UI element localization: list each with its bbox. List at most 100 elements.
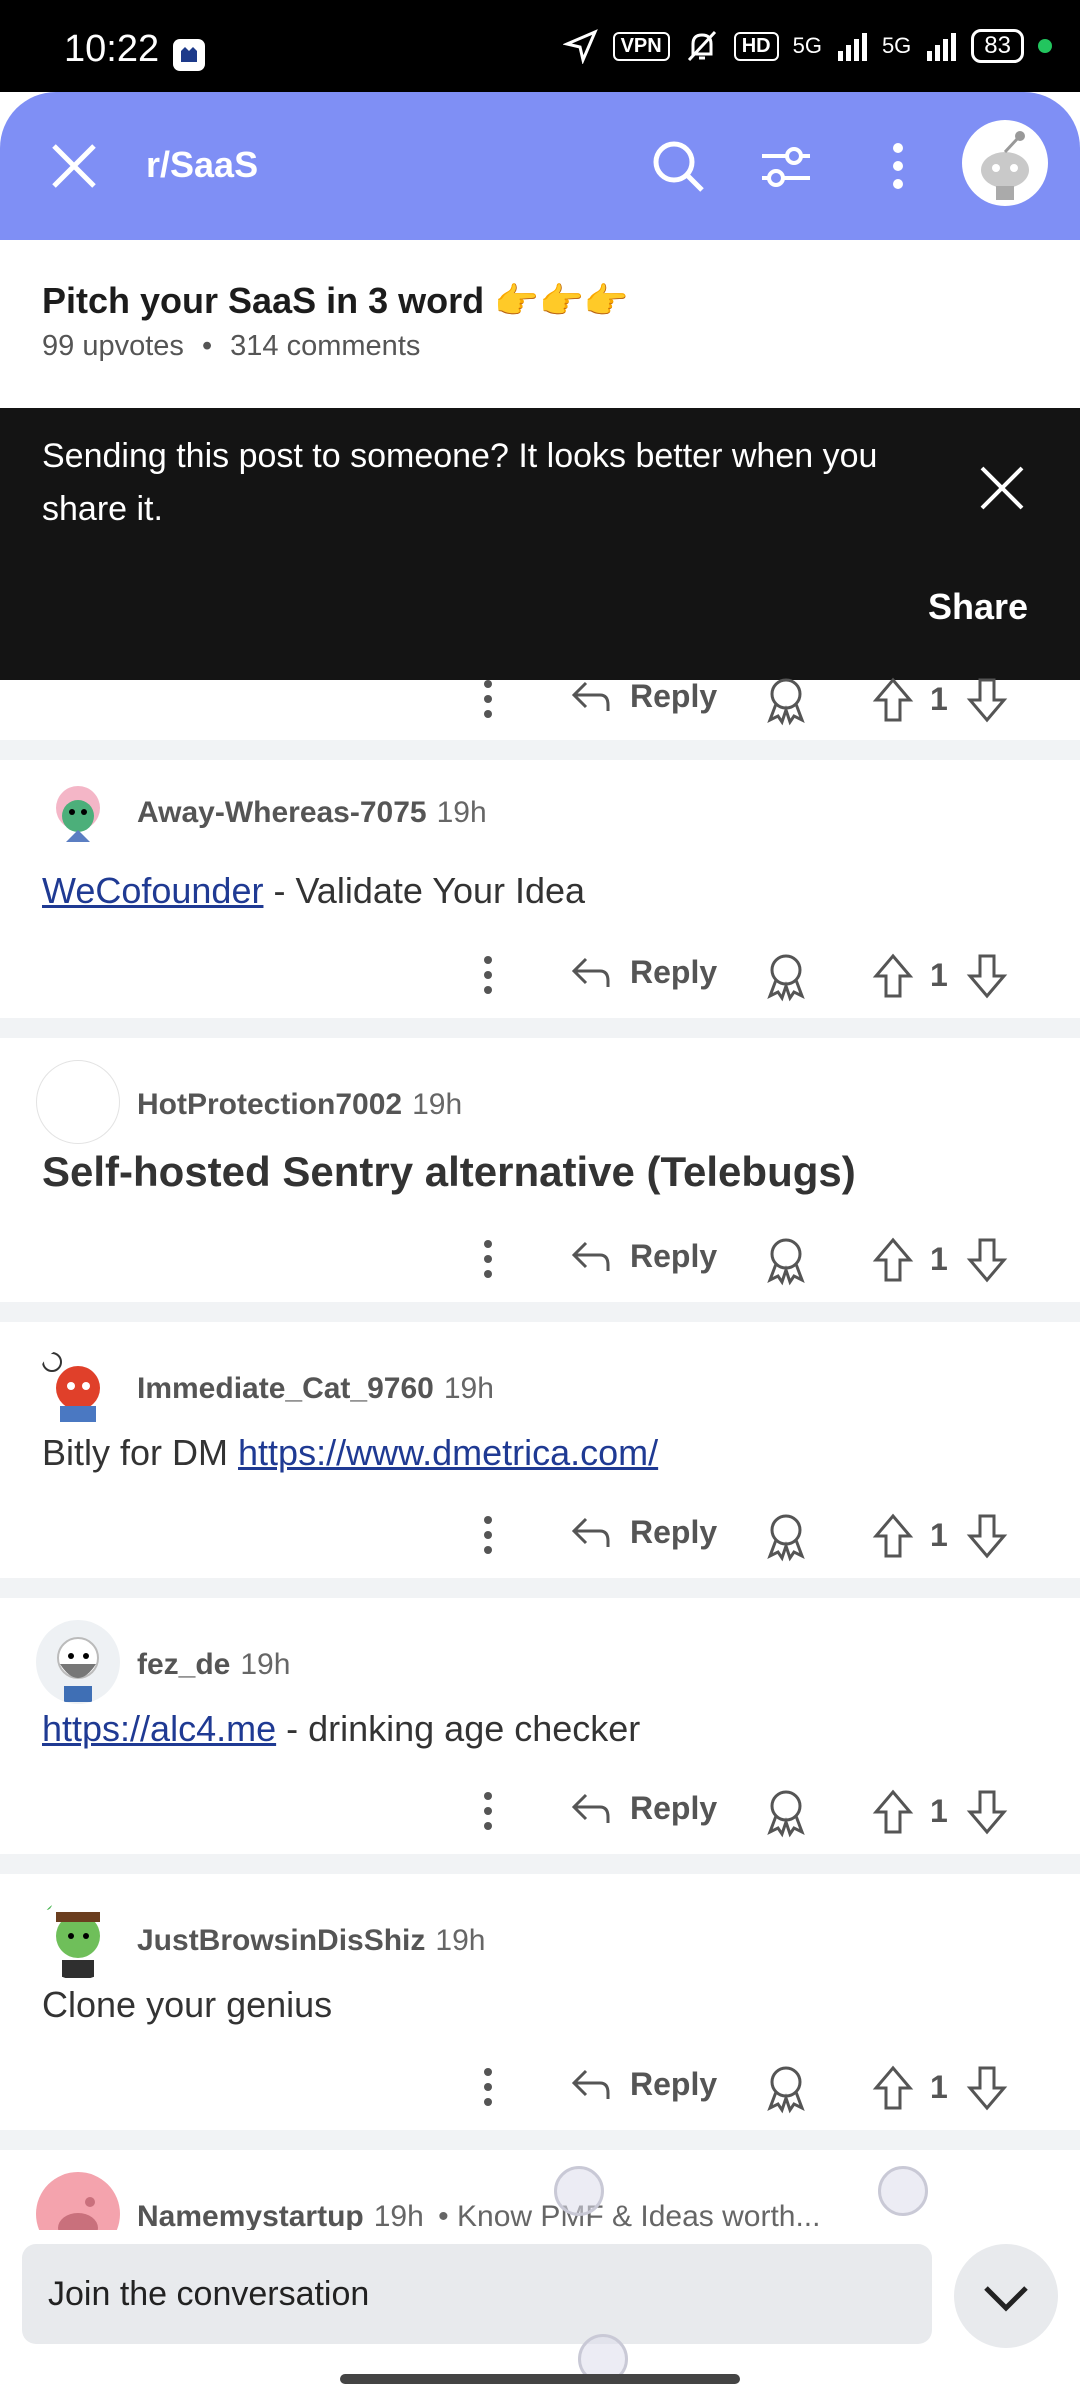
downvote-icon[interactable]	[962, 1510, 1012, 1562]
comment-divider	[0, 2130, 1080, 2150]
downvote-icon[interactable]	[962, 674, 1012, 726]
comment-action-bar: Reply 1	[0, 1500, 1080, 1570]
upvote-icon[interactable]	[868, 674, 918, 726]
reply-label: Reply	[630, 954, 718, 990]
comment-header[interactable]: Immediate_Cat_9760 19h	[0, 1338, 1080, 1434]
comment-more-icon[interactable]	[470, 2064, 506, 2110]
comment-time: 19h	[443, 1372, 494, 1405]
avatar[interactable]	[36, 1060, 120, 1144]
comment-time: 19h	[436, 796, 487, 829]
toast-close-icon[interactable]	[970, 456, 1034, 520]
battery-indicator: 83	[971, 29, 1024, 63]
comment-time: 19h	[373, 2200, 424, 2233]
comment-score: 1	[930, 681, 948, 717]
reply-button[interactable]: Reply	[570, 1790, 717, 1827]
user-flair: • Know PMF & Ideas worth...	[438, 2200, 821, 2233]
post-header[interactable]: Pitch your SaaS in 3 word 👉👉👉 99 upvotes…	[0, 240, 1080, 408]
axolotl-avatar-icon	[36, 768, 120, 852]
reply-icon	[571, 957, 610, 987]
post-title: Pitch your SaaS in 3 word 👉👉👉	[42, 280, 629, 322]
comment-score: 1	[930, 2069, 948, 2105]
comment-score: 1	[930, 1241, 948, 1277]
comment-link[interactable]: https://www.dmetrica.com/	[238, 1432, 658, 1473]
comment-more-icon[interactable]	[470, 1236, 506, 1282]
comment-body: WeCofounder - Validate Your Idea	[42, 870, 585, 912]
upvote-icon[interactable]	[868, 1234, 918, 1286]
upvote-icon[interactable]	[868, 950, 918, 1002]
avatar[interactable]	[36, 1620, 120, 1704]
comment-more-icon[interactable]	[470, 676, 506, 722]
comment-more-icon[interactable]	[470, 952, 506, 998]
comment-username[interactable]: HotProtection7002	[137, 1088, 402, 1121]
comment-body: https://alc4.me - drinking age checker	[42, 1708, 640, 1750]
award-icon[interactable]	[760, 1786, 812, 1838]
downvote-icon[interactable]	[962, 1234, 1012, 1286]
award-icon[interactable]	[760, 2062, 812, 2114]
status-time: 10:22	[64, 28, 160, 70]
reply-label: Reply	[630, 678, 718, 714]
filter-icon[interactable]	[754, 134, 818, 198]
comment-more-icon[interactable]	[470, 1788, 506, 1834]
reply-button[interactable]: Reply	[570, 2066, 717, 2103]
reply-button[interactable]: Reply	[570, 1514, 717, 1551]
touch-indicator	[878, 2166, 928, 2216]
more-options-icon[interactable]	[866, 134, 930, 198]
snoo-avatar-icon	[981, 131, 1029, 200]
home-indicator[interactable]	[340, 2374, 740, 2384]
reply-icon	[571, 2069, 610, 2099]
status-icons: VPN HD 5G 5G 83	[562, 28, 1052, 64]
comment-score: 1	[930, 1517, 948, 1553]
comment-username[interactable]: Immediate_Cat_9760	[137, 1372, 434, 1405]
award-icon[interactable]	[760, 1234, 812, 1286]
touch-indicator	[554, 2166, 604, 2216]
post-title-text: Pitch your SaaS in 3 word	[42, 280, 485, 321]
app-header: r/SaaS	[0, 92, 1080, 240]
reply-icon	[571, 1517, 610, 1547]
comment-body: Clone your genius	[42, 1984, 333, 2025]
comment-header[interactable]: fez_de 19h	[0, 1614, 1080, 1710]
comment-time: 19h	[435, 1924, 486, 1957]
avatar[interactable]	[36, 768, 120, 852]
comment-text: Bitly for DM	[42, 1432, 239, 1473]
user-avatar[interactable]	[962, 120, 1048, 206]
comment-header[interactable]: Away-Whereas-7075 19h	[0, 762, 1080, 858]
comment-username[interactable]: JustBrowsinDisShiz	[137, 1924, 425, 1957]
reply-button[interactable]: Reply	[570, 1238, 717, 1275]
reply-label: Reply	[630, 1514, 718, 1550]
collapse-toggle-button[interactable]	[954, 2244, 1058, 2348]
upvote-icon[interactable]	[868, 1786, 918, 1838]
reply-button[interactable]: Reply	[570, 954, 717, 991]
reply-button[interactable]: Reply	[570, 678, 717, 715]
downvote-icon[interactable]	[962, 1786, 1012, 1838]
comment-body: Bitly for DM https://www.dmetrica.com/	[42, 1432, 658, 1474]
search-icon[interactable]	[646, 134, 710, 198]
upvote-icon[interactable]	[868, 1510, 918, 1562]
reply-icon	[571, 1241, 610, 1271]
avatar[interactable]	[36, 1896, 120, 1980]
avatar[interactable]	[36, 1344, 120, 1428]
comment-username[interactable]: Away-Whereas-7075	[137, 796, 427, 829]
downvote-icon[interactable]	[962, 950, 1012, 1002]
comment-header[interactable]: HotProtection7002 19h	[0, 1054, 1080, 1150]
comment-link[interactable]: WeCofounder	[42, 870, 263, 911]
comment-username[interactable]: Namemystartup	[137, 2200, 364, 2233]
post-meta: 99 upvotes • 314 comments	[42, 330, 420, 363]
join-conversation-input[interactable]: Join the conversation	[22, 2244, 932, 2344]
comment-header[interactable]: JustBrowsinDisShiz 19h	[0, 1890, 1080, 1986]
reply-label: Reply	[630, 1238, 718, 1274]
comment-link[interactable]: https://alc4.me	[42, 1708, 276, 1749]
award-icon[interactable]	[760, 674, 812, 726]
comment-username[interactable]: fez_de	[137, 1648, 230, 1681]
comment-text: - drinking age checker	[276, 1708, 641, 1749]
toast-share-button[interactable]: Share	[928, 586, 1028, 628]
comment-count: 314 comments	[230, 330, 421, 362]
comment-action-bar: Reply 1	[0, 2052, 1080, 2122]
close-icon[interactable]	[44, 136, 104, 196]
award-icon[interactable]	[760, 950, 812, 1002]
subreddit-title[interactable]: r/SaaS	[146, 144, 258, 186]
downvote-icon[interactable]	[962, 2062, 1012, 2114]
upvote-icon[interactable]	[868, 2062, 918, 2114]
comment-more-icon[interactable]	[470, 1512, 506, 1558]
award-icon[interactable]	[760, 1510, 812, 1562]
comment-time: 19h	[412, 1088, 463, 1121]
